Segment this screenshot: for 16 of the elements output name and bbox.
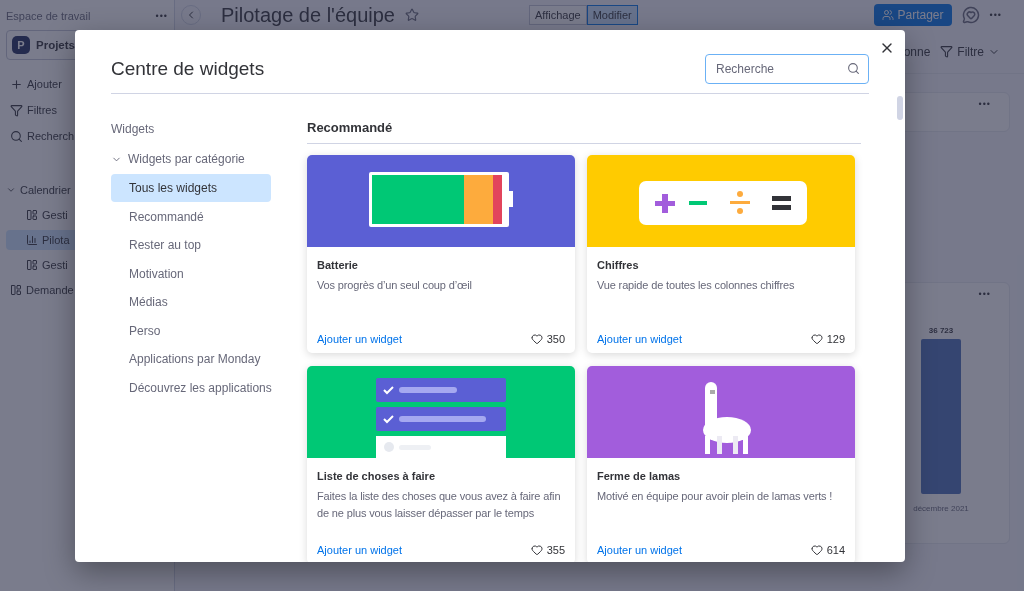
widget-title: Ferme de lamas xyxy=(597,470,682,482)
workspace-badge: P xyxy=(12,36,30,54)
widget-description: Vos progrès d’un seul coup d’œil xyxy=(317,278,473,293)
workspace-label: Espace de travail xyxy=(6,10,91,22)
widget-description: Motivé en équipe pour avoir plein de lamas verts ! xyxy=(597,489,834,504)
workspace-name: Projets xyxy=(36,39,75,51)
board-title: Pilotage de l'équipe xyxy=(221,3,395,27)
nav-heading: Widgets xyxy=(111,122,156,138)
widget-description: Vue rapide de toutes les colonnes chiffres xyxy=(597,278,796,293)
value-label: 36 723 xyxy=(928,326,954,335)
widget-description: Faites la liste des choses que vous avez à faire afin de ne plus vous laisser dépasser par le temps xyxy=(317,489,562,521)
widget-title: Batterie xyxy=(317,259,359,271)
widget-title: Liste de choses à faire xyxy=(317,470,436,482)
dialog-title: Centre de widgets xyxy=(111,58,265,80)
widget-title: Chiffres xyxy=(597,259,640,271)
section-title: Recommandé xyxy=(307,120,861,144)
